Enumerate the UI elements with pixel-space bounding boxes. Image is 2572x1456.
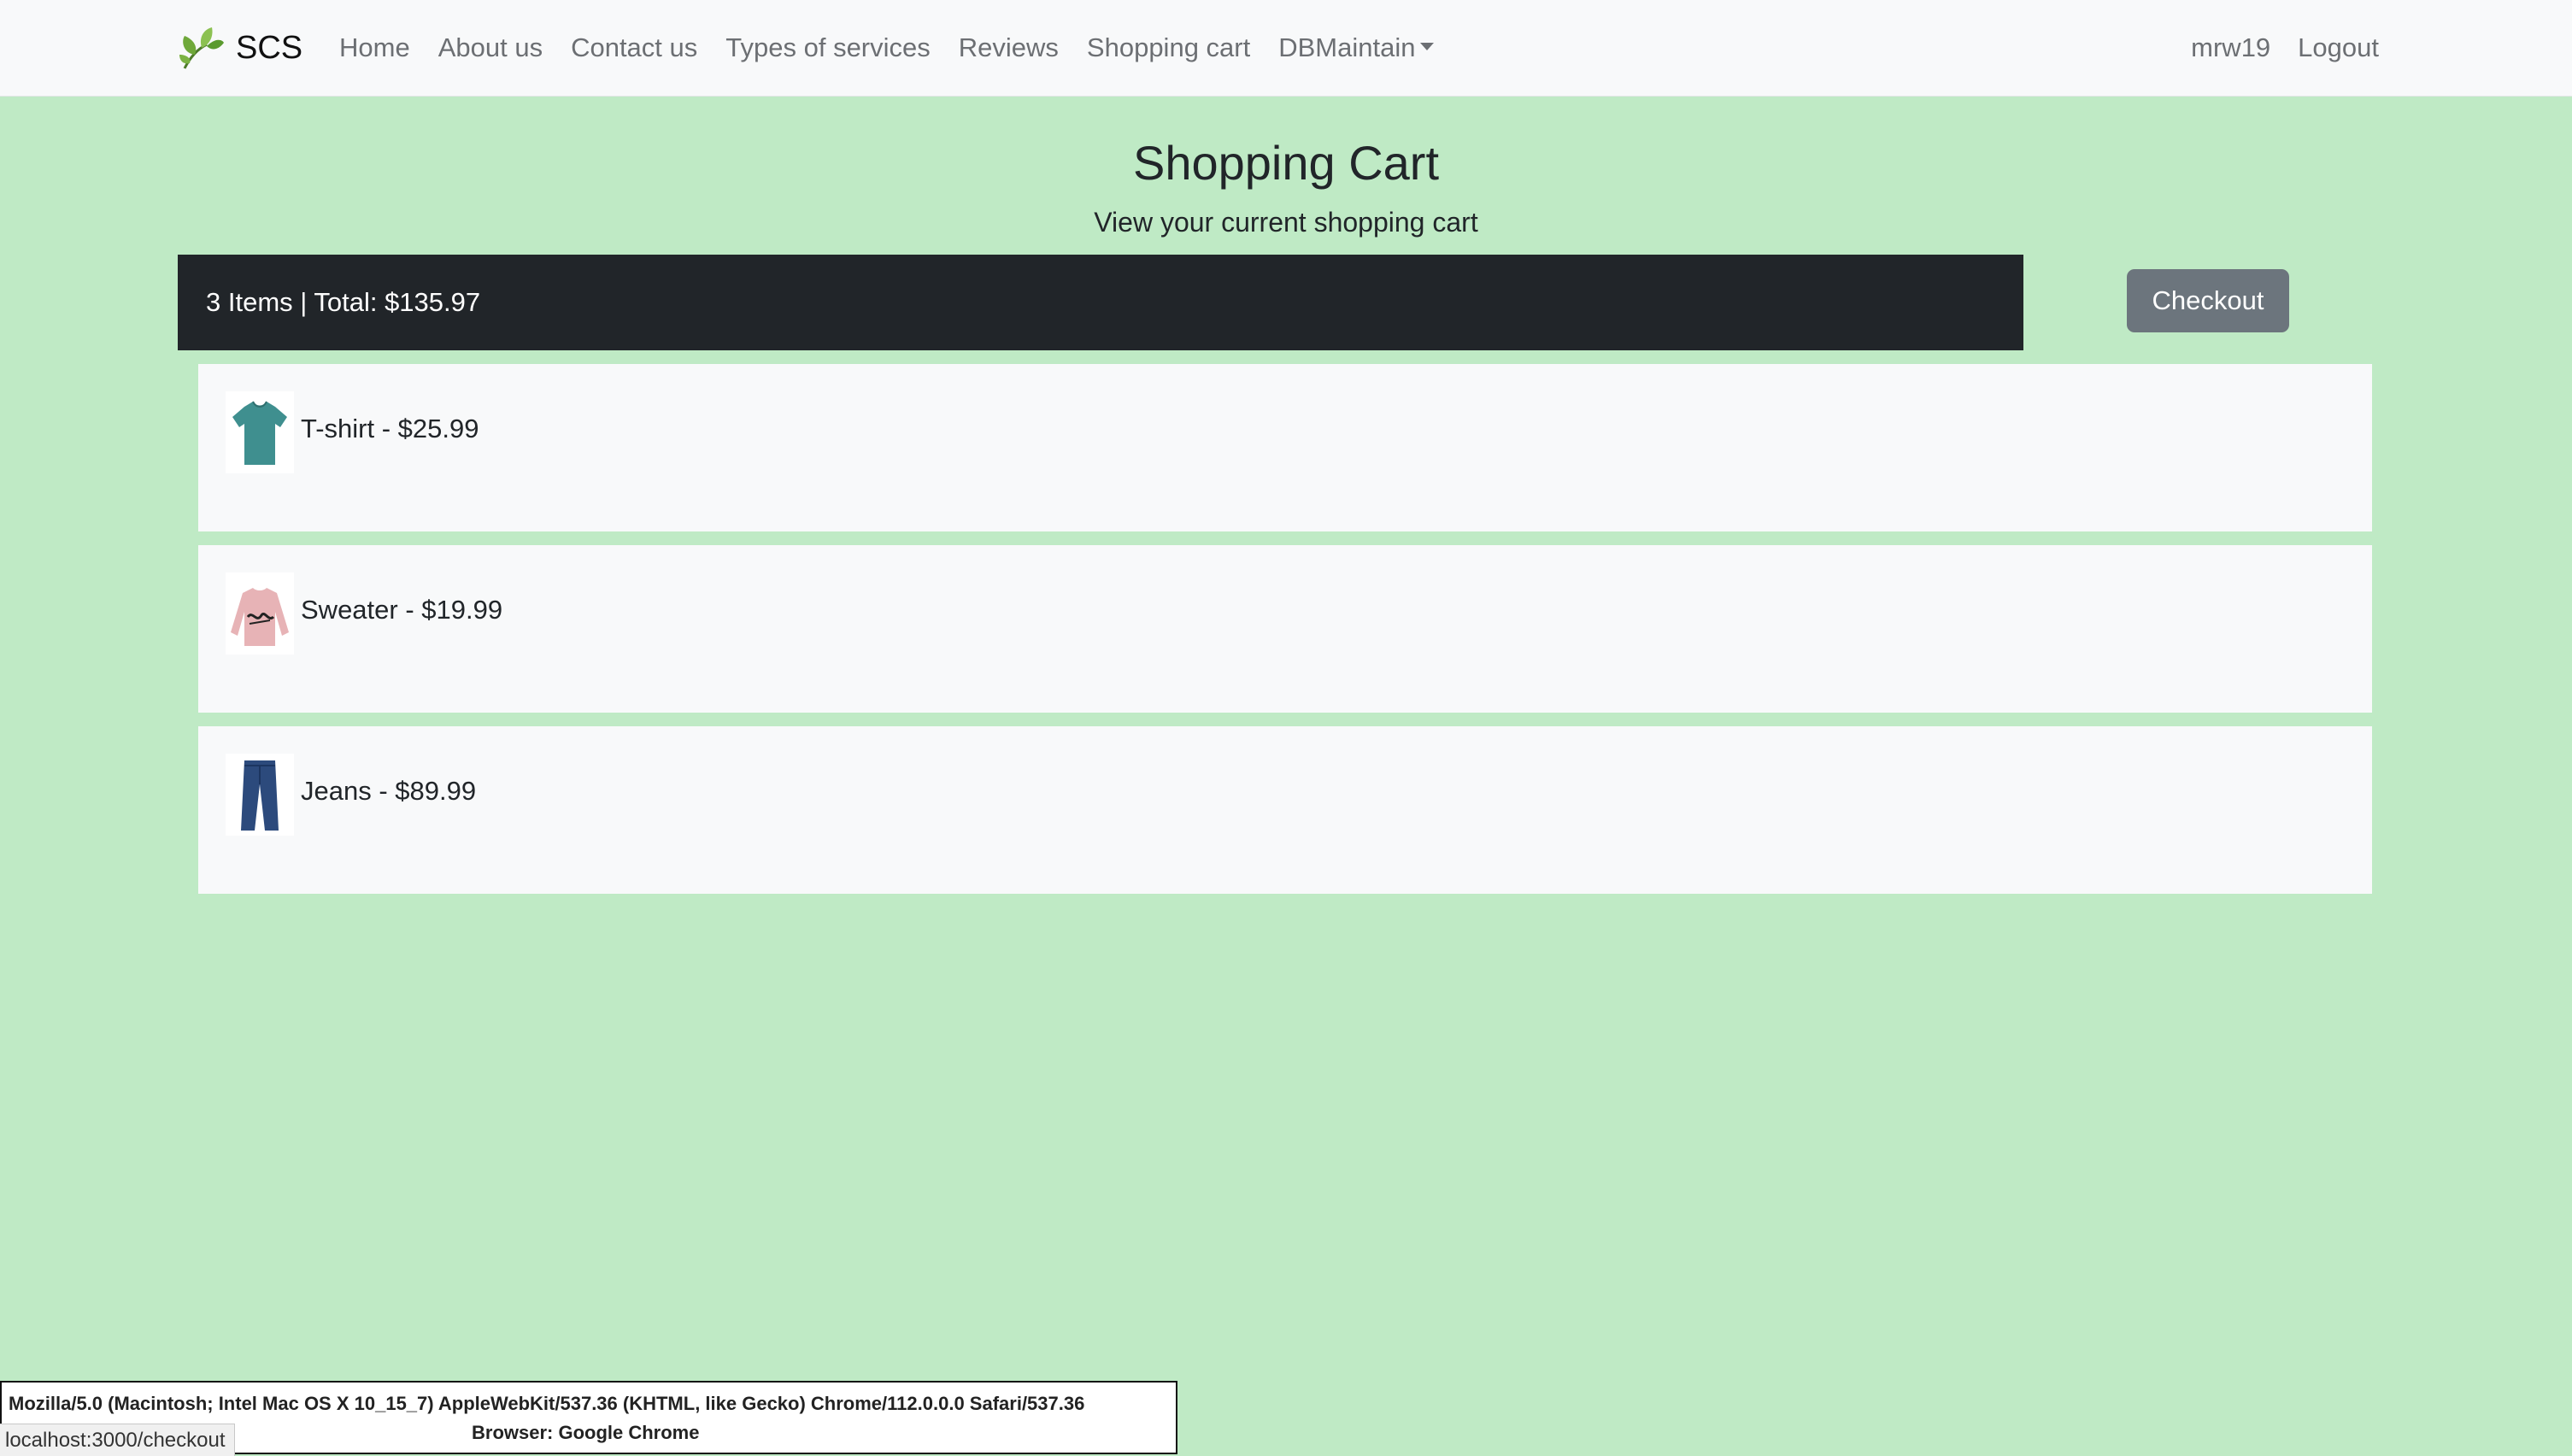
- page-title: Shopping Cart: [1132, 136, 1439, 190]
- nav-user-area: mrw19 Logout: [2164, 22, 2379, 73]
- cart-item: Jeans - $89.99: [198, 726, 2372, 894]
- cart-item-label: Jeans - $89.99: [301, 776, 477, 806]
- cart-item-label: T-shirt - $25.99: [301, 414, 479, 443]
- status-bar-url: localhost:3000/checkout: [0, 1424, 235, 1456]
- user-agent-text: Mozilla/5.0 (Macintosh; Intel Mac OS X 1…: [9, 1393, 1085, 1414]
- cart-item: Sweater - $19.99: [198, 545, 2372, 713]
- nav-reviews[interactable]: Reviews: [959, 32, 1059, 63]
- cart-summary-text: 3 Items | Total: $135.97: [206, 287, 481, 317]
- cart-item: T-shirt - $25.99: [198, 364, 2372, 531]
- nav-shopping-cart[interactable]: Shopping cart: [1087, 32, 1250, 63]
- page: SCS Home About us Contact us Types of se…: [0, 0, 2572, 1456]
- cart-item-label: Sweater - $19.99: [301, 595, 503, 625]
- nav-dbmaintain-dropdown[interactable]: DBMaintain: [1278, 32, 1435, 63]
- nav-contact-us[interactable]: Contact us: [571, 32, 697, 63]
- nav-about-us[interactable]: About us: [438, 32, 543, 63]
- page-subtitle: View your current shopping cart: [1094, 207, 1478, 238]
- jeans-thumbnail-icon: [226, 754, 294, 836]
- leaf-logo-icon: [179, 27, 224, 69]
- tshirt-thumbnail-icon: [226, 391, 294, 473]
- nav-dbmaintain-label: DBMaintain: [1278, 32, 1416, 62]
- checkout-button[interactable]: Checkout: [2127, 269, 2289, 332]
- nav-types-of-services[interactable]: Types of services: [725, 32, 930, 63]
- browser-name-text: Browser: Google Chrome: [472, 1422, 700, 1443]
- cart-summary-bar: 3 Items | Total: $135.97: [178, 255, 2023, 350]
- sweater-thumbnail-icon: [226, 572, 294, 655]
- nav-home[interactable]: Home: [339, 32, 410, 63]
- username-link[interactable]: mrw19: [2191, 32, 2270, 63]
- caret-down-icon: [1420, 43, 1435, 51]
- logout-link[interactable]: Logout: [2298, 32, 2379, 63]
- brand-name: SCS: [236, 30, 303, 66]
- nav-links: Home About us Contact us Types of servic…: [339, 22, 1462, 73]
- navbar: SCS Home About us Contact us Types of se…: [0, 0, 2572, 97]
- brand-link[interactable]: SCS: [178, 22, 302, 73]
